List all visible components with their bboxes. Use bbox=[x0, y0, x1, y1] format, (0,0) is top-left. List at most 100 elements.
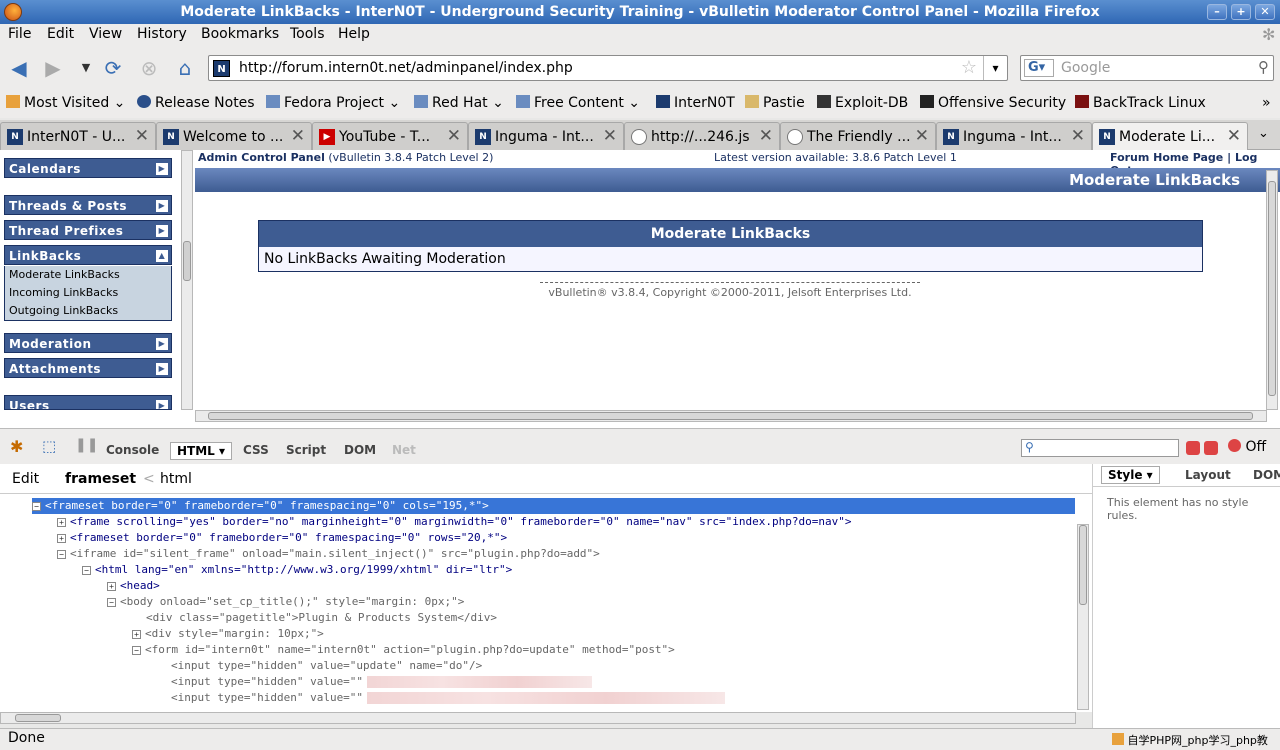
bookmark-red-hat[interactable]: Red Hat ⌄ bbox=[414, 95, 504, 111]
tab-list-icon[interactable]: ⌄ bbox=[1258, 126, 1269, 141]
nav-link-incoming-linkbacks[interactable]: Incoming LinkBacks bbox=[9, 284, 171, 302]
close-tab-icon[interactable]: ✕ bbox=[135, 126, 149, 146]
bookmark-release-notes[interactable]: Release Notes bbox=[137, 95, 255, 111]
firebug-tab-script[interactable]: Script bbox=[286, 443, 326, 457]
bookmark-star-icon[interactable]: ☆ bbox=[961, 57, 977, 78]
tab-2[interactable]: N Welcome to ... ✕ bbox=[156, 122, 312, 150]
url-dropdown-icon[interactable]: ▾ bbox=[983, 56, 1007, 80]
collapse-icon[interactable]: − bbox=[107, 598, 116, 607]
nav-group-linkbacks[interactable]: LinkBacks ▲ bbox=[4, 245, 172, 265]
tree-node-input-do[interactable]: <input type="hidden" value="update" name… bbox=[171, 658, 482, 674]
back-icon[interactable]: ◀ bbox=[7, 56, 31, 80]
url-bar[interactable]: N http://forum.intern0t.net/adminpanel/i… bbox=[208, 55, 1008, 81]
close-tab-icon[interactable]: ✕ bbox=[915, 126, 929, 146]
expand-icon[interactable]: + bbox=[107, 582, 116, 591]
bookmark-most-visited[interactable]: Most Visited ⌄ bbox=[6, 95, 125, 111]
firebug-tab-dom[interactable]: DOM bbox=[344, 443, 376, 457]
firebug-tab-console[interactable]: Console bbox=[106, 443, 159, 457]
search-icon[interactable]: ⚲ bbox=[1258, 58, 1269, 76]
close-tab-icon[interactable]: ✕ bbox=[603, 126, 617, 146]
bookmark-offensive-security[interactable]: Offensive Security bbox=[920, 95, 1066, 111]
firebug-off-toggle[interactable]: Off bbox=[1228, 439, 1266, 455]
nav-group-attachments[interactable]: Attachments ▶ bbox=[4, 358, 172, 378]
google-engine-icon[interactable]: G▾ bbox=[1024, 59, 1054, 77]
stop-icon[interactable]: ⊗ bbox=[137, 56, 161, 80]
nav-link-moderate-linkbacks[interactable]: Moderate LinkBacks bbox=[9, 266, 171, 284]
nav-group-threads-posts[interactable]: Threads & Posts ▶ bbox=[4, 195, 172, 215]
close-tab-icon[interactable]: ✕ bbox=[447, 126, 461, 146]
expand-icon[interactable]: + bbox=[132, 630, 141, 639]
maximize-icon[interactable]: + bbox=[1231, 4, 1251, 20]
bookmark-backtrack-linux[interactable]: BackTrack Linux bbox=[1075, 95, 1206, 111]
bookmarks-overflow-icon[interactable]: » bbox=[1262, 95, 1271, 111]
close-icon[interactable]: ✕ bbox=[1255, 4, 1275, 20]
menu-file[interactable]: File bbox=[8, 26, 31, 42]
tree-node-iframe[interactable]: − <iframe id="silent_frame" onload="main.… bbox=[57, 546, 600, 562]
scroll-thumb[interactable] bbox=[1268, 181, 1276, 396]
tab-4[interactable]: N Inguma - Int... ✕ bbox=[468, 122, 624, 150]
bookmark-intern0t[interactable]: InterN0T bbox=[656, 95, 735, 111]
home-icon[interactable]: ⌂ bbox=[173, 56, 197, 80]
tree-node-html[interactable]: − <html lang="en" xmlns="http://www.w3.or… bbox=[82, 562, 512, 578]
main-scrollbar[interactable] bbox=[1266, 170, 1278, 410]
bookmark-pastie[interactable]: Pastie bbox=[745, 95, 805, 111]
firebug-tab-css[interactable]: CSS bbox=[243, 443, 269, 457]
detach-firebug-icon[interactable] bbox=[1204, 441, 1218, 455]
tree-node-frameset-rows[interactable]: + <frameset border="0" frameborder="0" fr… bbox=[57, 530, 507, 546]
history-dropdown-icon[interactable]: ▼ bbox=[74, 56, 98, 80]
tree-hscrollbar[interactable] bbox=[0, 712, 1076, 724]
scroll-thumb[interactable] bbox=[15, 714, 61, 722]
side-tab-layout[interactable]: Layout bbox=[1185, 468, 1231, 482]
menu-edit[interactable]: Edit bbox=[47, 26, 74, 42]
bookmark-exploit-db[interactable]: Exploit-DB bbox=[817, 95, 908, 111]
crumb-html[interactable]: html bbox=[160, 471, 192, 487]
menu-history[interactable]: History bbox=[137, 26, 187, 42]
expand-icon[interactable]: ▶ bbox=[156, 225, 168, 237]
nav-group-calendars[interactable]: Calendars ▶ bbox=[4, 158, 172, 178]
close-tab-icon[interactable]: ✕ bbox=[759, 126, 773, 146]
side-tab-style[interactable]: Style ▾ bbox=[1101, 466, 1160, 484]
tree-node-form[interactable]: − <form id="intern0t" name="intern0t" act… bbox=[132, 642, 675, 658]
tab-1[interactable]: N InterN0T - U... ✕ bbox=[0, 122, 156, 150]
firebug-search-input[interactable]: ⚲ bbox=[1021, 439, 1179, 457]
firebug-tab-html[interactable]: HTML ▾ bbox=[170, 442, 233, 460]
search-placeholder[interactable]: Google bbox=[1061, 60, 1110, 76]
close-tab-icon[interactable]: ✕ bbox=[291, 126, 305, 146]
tab-8-active[interactable]: N Moderate Li... ✕ bbox=[1092, 122, 1248, 151]
tab-7[interactable]: N Inguma - Int... ✕ bbox=[936, 122, 1092, 150]
scroll-thumb[interactable] bbox=[1079, 525, 1087, 605]
side-tab-dom[interactable]: DOM bbox=[1253, 468, 1280, 482]
expand-icon[interactable]: ▶ bbox=[156, 163, 168, 175]
scroll-thumb[interactable] bbox=[208, 412, 1253, 420]
menu-tools[interactable]: Tools bbox=[290, 26, 325, 42]
nav-group-moderation[interactable]: Moderation ▶ bbox=[4, 333, 172, 353]
tree-node-frame[interactable]: + <frame scrolling="yes" border="no" marg… bbox=[57, 514, 851, 530]
pause-icon[interactable]: ❚❚ bbox=[75, 437, 98, 453]
nav-group-thread-prefixes[interactable]: Thread Prefixes ▶ bbox=[4, 220, 172, 240]
nav-link-outgoing-linkbacks[interactable]: Outgoing LinkBacks bbox=[9, 302, 171, 320]
reload-icon[interactable]: ⟳ bbox=[101, 56, 125, 80]
tab-5[interactable]: http://...246.js ✕ bbox=[624, 122, 780, 150]
tree-node-body[interactable]: − <body onload="set_cp_title();" style="m… bbox=[107, 594, 464, 610]
tree-node-div-margin[interactable]: + <div style="margin: 10px;"> bbox=[132, 626, 324, 642]
search-bar[interactable]: G▾ Google ⚲ bbox=[1020, 55, 1274, 81]
bookmark-fedora-project[interactable]: Fedora Project ⌄ bbox=[266, 95, 400, 111]
expand-icon[interactable]: ▶ bbox=[156, 400, 168, 409]
close-tab-icon[interactable]: ✕ bbox=[1071, 126, 1085, 146]
tab-3[interactable]: ▶ YouTube - T... ✕ bbox=[312, 122, 468, 150]
url-text[interactable]: http://forum.intern0t.net/adminpanel/ind… bbox=[239, 60, 573, 76]
expand-icon[interactable]: ▶ bbox=[156, 338, 168, 350]
bookmark-free-content[interactable]: Free Content ⌄ bbox=[516, 95, 640, 111]
expand-icon[interactable]: ▶ bbox=[156, 200, 168, 212]
collapse-icon[interactable]: − bbox=[82, 566, 91, 575]
menu-bookmarks[interactable]: Bookmarks bbox=[201, 26, 279, 42]
expand-icon[interactable]: + bbox=[57, 534, 66, 543]
main-hscrollbar[interactable] bbox=[195, 410, 1267, 422]
collapse-icon[interactable]: − bbox=[32, 502, 41, 511]
nav-group-users[interactable]: Users ▶ bbox=[4, 395, 172, 410]
collapse-icon[interactable]: ▲ bbox=[156, 250, 168, 262]
collapse-icon[interactable]: − bbox=[132, 646, 141, 655]
minimize-icon[interactable]: – bbox=[1207, 4, 1227, 20]
tree-scrollbar[interactable] bbox=[1077, 524, 1089, 710]
scroll-thumb[interactable] bbox=[183, 241, 191, 281]
